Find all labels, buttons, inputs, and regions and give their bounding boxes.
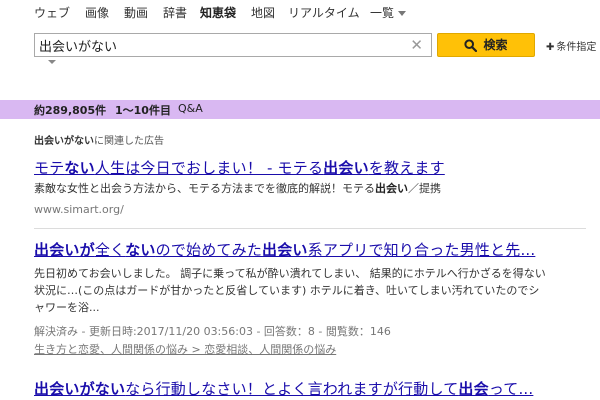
nav-more-label: 一覧 <box>370 6 395 20</box>
text-segment: なら行動しなさい！とよく言われますが行動して <box>125 380 459 398</box>
text-segment: ので始めてみた <box>155 241 263 259</box>
result-range: 1～10件目 <box>115 104 171 117</box>
search-input[interactable] <box>39 35 399 55</box>
result-category-link[interactable]: 生き方と恋愛、人間関係の悩み > 恋愛相談、人間関係の悩み <box>34 341 336 357</box>
nav-more[interactable]: 一覧 <box>370 4 407 21</box>
nav-map[interactable]: 地図 <box>251 4 275 21</box>
text-segment: を教えます <box>368 159 445 177</box>
search-box: ✕ <box>34 33 432 57</box>
highlighted-term: 出会い <box>323 159 369 177</box>
text-segment: に関連した広告 <box>94 136 164 147</box>
search-icon <box>464 39 478 53</box>
nav-chiebukuro[interactable]: 知恵袋 <box>200 4 236 21</box>
search-button-label: 検索 <box>483 38 508 52</box>
text-segment: 全く <box>94 241 126 259</box>
result-title-link[interactable]: 出会いが全くないので始めてみた出会い系アプリで知り合った男性と先... <box>34 239 535 260</box>
nav-images[interactable]: 画像 <box>85 4 109 21</box>
text-segment: 人生は今日でおしまい！ - モテる <box>94 159 324 177</box>
plus-icon: ✚ <box>546 42 555 53</box>
divider <box>34 228 586 229</box>
nav-dictionary[interactable]: 辞書 <box>163 4 187 21</box>
advanced-search-label: 条件指定 <box>556 42 597 53</box>
result-count-bar: 約289,805件 1～10件目 Q&A <box>0 100 600 119</box>
nav-videos[interactable]: 動画 <box>124 4 148 21</box>
highlighted-term: 出会いが <box>34 241 95 259</box>
result-snippet-line: 先日初めてお会いしました。 調子に乗って私が酔い潰れてしまい、 結果的にホテルへ… <box>34 267 546 280</box>
text-segment: ／提携 <box>408 182 441 195</box>
text-segment: 系アプリで知り合った男性と先... <box>307 241 536 259</box>
text-segment: モテ <box>34 159 65 177</box>
highlighted-term: 出会いがない <box>34 136 94 147</box>
advanced-search-link[interactable]: ✚ 条件指定 <box>546 38 596 53</box>
ad-url[interactable]: www.simart.org/ <box>34 203 124 216</box>
highlighted-term: 出会い <box>262 241 308 259</box>
search-button[interactable]: 検索 <box>437 33 535 57</box>
result-count: 約289,805件 <box>34 104 107 117</box>
highlighted-term: 出会いがない <box>34 380 126 398</box>
result-category: Q&A <box>178 102 203 115</box>
highlighted-term: 出会い <box>375 182 408 195</box>
highlighted-term: ない <box>64 159 95 177</box>
nav-realtime[interactable]: リアルタイム <box>288 4 360 21</box>
top-nav: ウェブ 画像 動画 辞書 知恵袋 地図 リアルタイム 一覧 <box>0 0 600 24</box>
clear-icon[interactable]: ✕ <box>410 36 423 54</box>
nav-web[interactable]: ウェブ <box>34 4 70 21</box>
result-snippet-line: ャワーを浴... <box>34 301 100 314</box>
highlighted-term: ない <box>125 241 156 259</box>
text-segment: 素敵な女性と出会う方法から、モテる方法までを徹底的解説！モテる <box>34 182 375 195</box>
result-snippet-line: 状況に…(この点はガードが甘かったと反省しています) ホテルに着き、吐いてしまい… <box>34 284 540 297</box>
result-title-link[interactable]: 出会いがないなら行動しなさい！とよく言われますが行動して出会って... <box>34 378 533 399</box>
suggest-dropdown-icon[interactable] <box>48 60 56 64</box>
highlighted-term: 出会 <box>458 380 489 398</box>
result-meta: 解決済み - 更新日時:2017/11/20 03:56:03 - 回答数：8 … <box>34 325 391 338</box>
ad-header: 出会いがないに関連した広告 <box>34 132 164 147</box>
ad-title-link[interactable]: モテない人生は今日でおしまい！ - モテる出会いを教えます <box>34 157 445 178</box>
text-segment: って... <box>488 380 534 398</box>
chevron-down-icon <box>398 11 407 16</box>
ad-snippet: 素敵な女性と出会う方法から、モテる方法までを徹底的解説！モテる出会い／提携 <box>34 181 441 197</box>
